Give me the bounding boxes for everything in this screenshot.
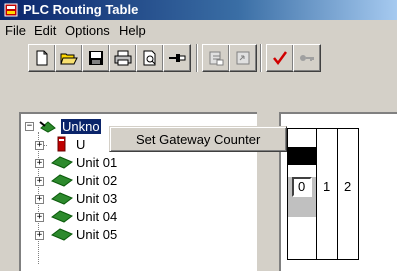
network-icon [39,121,56,133]
new-icon [36,50,48,66]
unit-icon [51,192,73,205]
pin-icon [169,54,186,62]
slot-0-header [288,147,316,165]
print-icon [114,50,132,66]
tree-item-label: Unit 03 [76,191,118,206]
collapse-icon[interactable]: − [25,122,34,131]
key-button[interactable] [293,44,321,72]
print-preview-button[interactable] [136,44,164,72]
menu-item-set-gateway-counter[interactable]: Set Gateway Counter [136,132,260,147]
new-button[interactable] [28,44,56,72]
open-folder-icon [60,53,78,65]
expand-icon[interactable]: + [35,195,44,204]
expand-icon[interactable]: + [35,213,44,222]
slot-0[interactable] [287,128,317,260]
transfer-from-plc-icon [236,51,250,65]
print-button[interactable] [109,44,137,72]
pin-button[interactable] [163,44,191,72]
print-preview-icon [143,50,156,66]
tree-root-label: Unkno [61,119,101,134]
tree-item-label: Unit 05 [76,227,118,242]
check-button[interactable] [266,44,294,72]
tree-item-label: Unit 04 [76,209,118,224]
save-icon [89,51,103,65]
transfer-from-plc-button[interactable] [229,44,257,72]
menu-file[interactable]: File [5,23,26,38]
unit-icon [51,174,73,187]
expand-icon[interactable]: + [35,159,44,168]
expand-icon[interactable]: + [35,141,44,150]
open-button[interactable] [55,44,83,72]
tree-item-label: U [76,137,86,152]
context-menu: Set Gateway Counter [109,126,287,152]
save-button[interactable] [82,44,110,72]
tree-item-label: Unit 02 [76,173,118,188]
key-icon [300,55,314,61]
menu-options[interactable]: Options [65,23,110,38]
unit-icon [51,156,73,169]
menu-bar: File Edit Options Help [0,20,397,41]
menu-help[interactable]: Help [119,23,146,38]
menu-edit[interactable]: Edit [34,23,56,38]
expand-icon[interactable]: + [35,177,44,186]
slot-number: 1 [323,179,331,194]
window-title: PLC Routing Table [23,2,139,17]
toolbar-separator [196,44,198,72]
plc-unit-icon [57,136,66,152]
transfer-to-plc-button[interactable] [202,44,230,72]
toolbar-separator [260,44,262,72]
slot-number: 0 [298,179,306,194]
plc-icon [4,3,18,17]
title-bar[interactable]: PLC Routing Table [0,0,397,20]
unit-icon [51,210,73,223]
transfer-to-plc-icon [209,51,224,66]
expand-icon[interactable]: + [35,231,44,240]
tree-item-label: Unit 01 [76,155,118,170]
rack-panel[interactable]: 0 1 2 [279,112,397,271]
unit-icon [51,228,73,241]
slot-2[interactable] [337,128,359,260]
slot-1[interactable] [316,128,338,260]
slot-number: 2 [344,179,352,194]
checkmark-icon [273,51,288,66]
